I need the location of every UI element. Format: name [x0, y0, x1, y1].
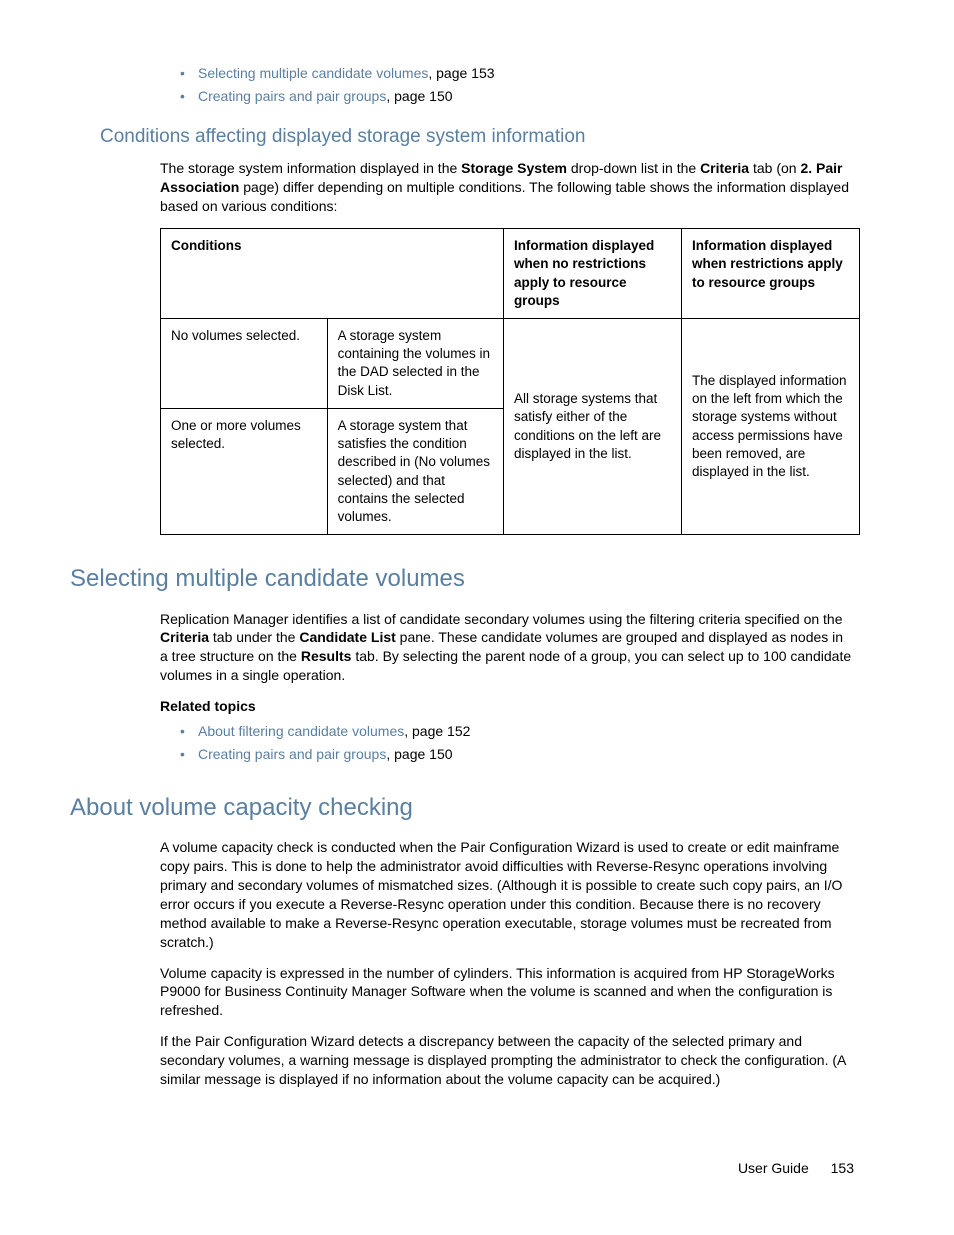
td-cond1: No volumes selected. — [161, 318, 328, 408]
heading-selecting-multiple: Selecting multiple candidate volumes — [70, 563, 854, 595]
text: drop-down list in the — [567, 160, 700, 176]
page-ref: , page 150 — [386, 746, 452, 762]
section2-para: Replication Manager identifies a list of… — [160, 610, 854, 686]
bold-text: Criteria — [160, 629, 209, 645]
footer-label: User Guide — [738, 1160, 809, 1176]
text: tab under the — [209, 629, 299, 645]
link-creating-pairs[interactable]: Creating pairs and pair groups — [198, 88, 386, 104]
heading-conditions: Conditions affecting displayed storage s… — [100, 124, 854, 150]
page-ref: , page 152 — [404, 723, 470, 739]
footer-page-number: 153 — [831, 1160, 854, 1176]
th-no-restrictions: Information displayed when no restrictio… — [503, 229, 681, 319]
section3-p1: A volume capacity check is conducted whe… — [160, 838, 854, 951]
related-link-list: About filtering candidate volumes, page … — [180, 722, 854, 764]
td-desc2: A storage system that satisfies the cond… — [327, 408, 503, 534]
link-creating-pairs-2[interactable]: Creating pairs and pair groups — [198, 746, 386, 762]
bold-text: Criteria — [700, 160, 749, 176]
page-ref: , page 150 — [386, 88, 452, 104]
th-restrictions: Information displayed when restrictions … — [681, 229, 859, 319]
section3-p3: If the Pair Configuration Wizard detects… — [160, 1032, 854, 1089]
page-ref: , page 153 — [428, 65, 494, 81]
list-item: Creating pairs and pair groups, page 150 — [180, 745, 854, 764]
list-item: Creating pairs and pair groups, page 150 — [180, 87, 854, 106]
bold-text: Results — [301, 648, 352, 664]
td-merged-info: All storage systems that satisfy either … — [503, 318, 681, 534]
text: Replication Manager identifies a list of… — [160, 611, 843, 627]
link-about-filtering[interactable]: About filtering candidate volumes — [198, 723, 404, 739]
link-selecting-volumes[interactable]: Selecting multiple candidate volumes — [198, 65, 428, 81]
text: page) differ depending on multiple condi… — [160, 179, 849, 214]
table-header-row: Conditions Information displayed when no… — [161, 229, 860, 319]
top-link-list: Selecting multiple candidate volumes, pa… — [180, 64, 854, 106]
list-item: About filtering candidate volumes, page … — [180, 722, 854, 741]
td-desc1: A storage system containing the volumes … — [327, 318, 503, 408]
conditions-table: Conditions Information displayed when no… — [160, 228, 860, 535]
th-conditions: Conditions — [161, 229, 504, 319]
bold-text: Candidate List — [299, 629, 395, 645]
td-cond2: One or more volumes selected. — [161, 408, 328, 534]
related-topics-label: Related topics — [160, 697, 854, 716]
td-merged-restrict: The displayed information on the left fr… — [681, 318, 859, 534]
text: tab (on — [749, 160, 800, 176]
page-footer: User Guide 153 — [100, 1159, 854, 1178]
section1-para: The storage system information displayed… — [160, 159, 854, 216]
text: The storage system information displayed… — [160, 160, 461, 176]
table-row: No volumes selected. A storage system co… — [161, 318, 860, 408]
bold-text: Storage System — [461, 160, 567, 176]
list-item: Selecting multiple candidate volumes, pa… — [180, 64, 854, 83]
heading-volume-capacity: About volume capacity checking — [70, 792, 854, 824]
section3-p2: Volume capacity is expressed in the numb… — [160, 964, 854, 1021]
